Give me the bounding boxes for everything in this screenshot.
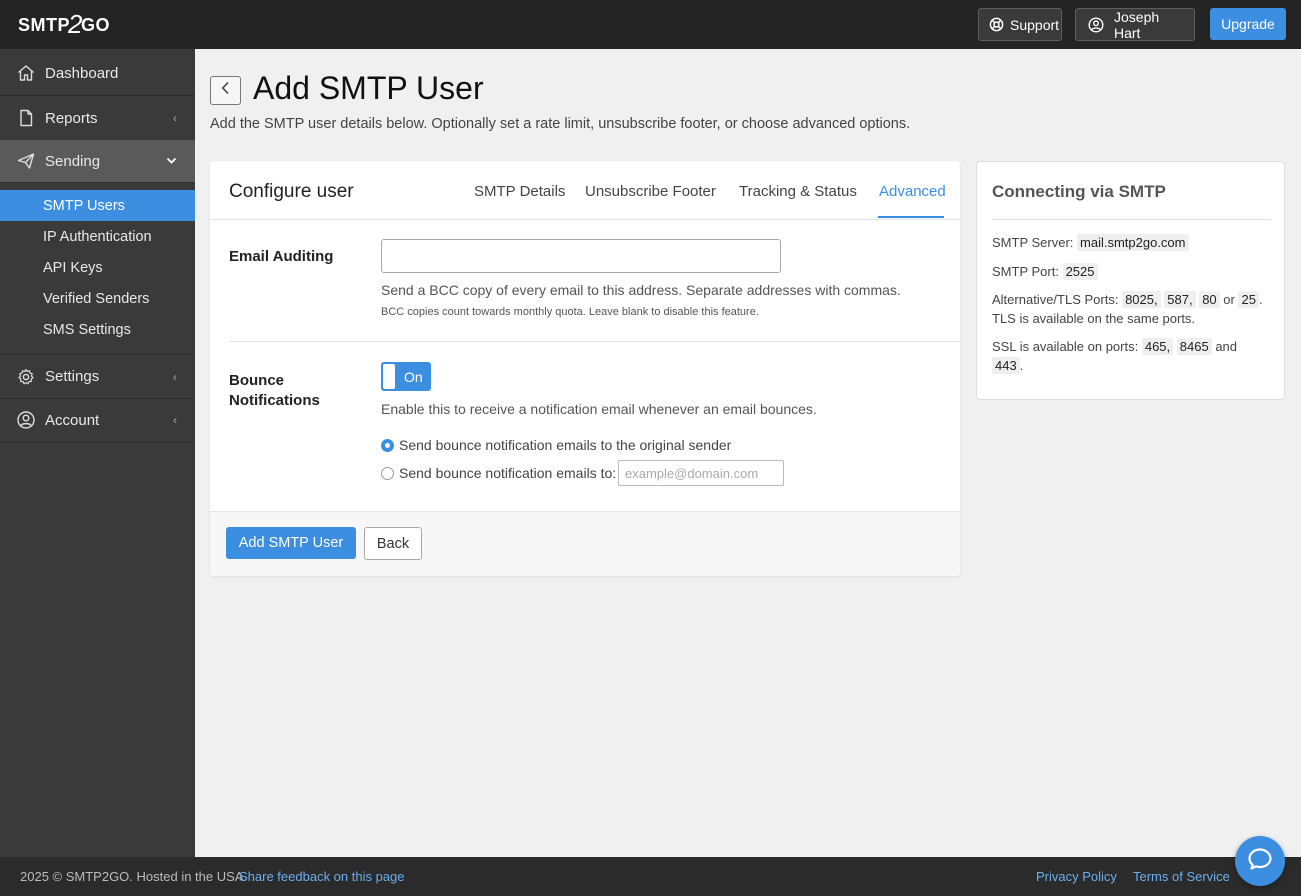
page-footer: 2025 © SMTP2GO. Hosted in the USA Share … <box>0 857 1301 896</box>
user-menu-button[interactable]: Joseph Hart <box>1075 8 1195 41</box>
radio-unselected[interactable] <box>381 466 394 480</box>
user-circle-icon <box>16 410 36 430</box>
divider <box>229 341 960 342</box>
user-circle-icon <box>1088 16 1104 33</box>
bounce-notifications-label: Bounce Notifications <box>229 372 320 409</box>
terms-of-service-link[interactable]: Terms of Service <box>1133 869 1230 884</box>
support-button[interactable]: Support <box>978 8 1062 41</box>
bounce-option-original-sender[interactable]: Send bounce notification emails to the o… <box>381 437 731 453</box>
upgrade-button[interactable]: Upgrade <box>1210 8 1286 40</box>
gear-icon <box>16 367 36 387</box>
back-arrow-button[interactable] <box>210 76 241 105</box>
sidebar-item-smtp-users[interactable]: SMTP Users <box>0 190 195 221</box>
tab-smtp-details[interactable]: SMTP Details <box>474 183 565 200</box>
active-tab-indicator <box>878 216 944 218</box>
email-auditing-note: BCC copies count towards monthly quota. … <box>381 306 759 318</box>
sidebar-item-sending[interactable]: Sending <box>0 140 195 183</box>
chevron-left-icon <box>221 81 230 100</box>
ssl-ports-info: SSL is available on ports: 465, 8465 and… <box>992 338 1238 374</box>
bounce-notifications-toggle[interactable]: On <box>381 362 431 391</box>
bounce-help: Enable this to receive a notification em… <box>381 401 817 417</box>
sidebar-item-verified-senders[interactable]: Verified Senders <box>0 283 195 314</box>
sidebar: Dashboard Reports ‹ Sending SMTP Users I… <box>0 49 195 857</box>
back-button[interactable]: Back <box>364 527 422 560</box>
sidebar-item-account[interactable]: Account ‹ <box>0 398 195 443</box>
side-card-title: Connecting via SMTP <box>992 182 1166 201</box>
paper-plane-icon <box>16 151 36 171</box>
sidebar-item-sms-settings[interactable]: SMS Settings <box>0 314 195 345</box>
email-auditing-input[interactable] <box>381 239 781 273</box>
copyright-text: 2025 © SMTP2GO. Hosted in the USA <box>20 869 244 884</box>
configure-user-card: Configure user SMTP Details Unsubscribe … <box>210 161 960 576</box>
smtp-server-value: mail.smtp2go.com <box>1077 234 1189 251</box>
bounce-email-input[interactable]: example@domain.com <box>618 460 784 486</box>
connecting-via-smtp-card: Connecting via SMTP SMTP Server: mail.sm… <box>976 161 1285 400</box>
top-bar: SMTP 2 GO Support Joseph Hart Upgrade <box>0 0 1301 49</box>
chat-bubble-icon <box>1247 847 1273 876</box>
smtp2go-logo[interactable]: SMTP 2 GO <box>18 9 110 40</box>
radio-selected[interactable] <box>381 438 394 452</box>
sidebar-item-ip-authentication[interactable]: IP Authentication <box>0 221 195 252</box>
chevron-left-icon: ‹ <box>173 369 177 384</box>
card-footer: Add SMTP User Back <box>210 511 960 576</box>
tab-tracking-status[interactable]: Tracking & Status <box>739 183 857 200</box>
privacy-policy-link[interactable]: Privacy Policy <box>1036 869 1117 884</box>
toggle-knob <box>383 364 395 389</box>
lifebuoy-icon <box>989 17 1004 32</box>
sidebar-item-api-keys[interactable]: API Keys <box>0 252 195 283</box>
divider <box>210 219 960 220</box>
document-icon <box>16 108 36 128</box>
chevron-left-icon: ‹ <box>173 413 177 427</box>
card-title: Configure user <box>229 181 354 202</box>
home-icon <box>16 63 36 83</box>
sidebar-item-reports[interactable]: Reports ‹ <box>0 96 195 141</box>
smtp-port-value: 2525 <box>1062 263 1098 280</box>
bounce-option-custom-address[interactable]: Send bounce notification emails to: <box>381 465 616 481</box>
chat-button[interactable] <box>1235 836 1285 886</box>
tab-unsubscribe-footer[interactable]: Unsubscribe Footer <box>585 183 716 200</box>
page-title: Add SMTP User <box>253 70 484 106</box>
sidebar-item-settings[interactable]: Settings ‹ <box>0 354 195 399</box>
email-auditing-label: Email Auditing <box>229 248 334 265</box>
smtp-port-info: SMTP Port: 2525 <box>992 262 1277 281</box>
sidebar-item-dashboard[interactable]: Dashboard <box>0 51 195 96</box>
chevron-left-icon: ‹ <box>173 111 177 125</box>
divider <box>992 219 1271 220</box>
alt-ports-info: Alternative/TLS Ports: 8025, 587, 80 or … <box>992 291 1263 326</box>
add-smtp-user-button[interactable]: Add SMTP User <box>226 527 356 559</box>
page-subtitle: Add the SMTP user details below. Optiona… <box>210 116 911 132</box>
feedback-link[interactable]: Share feedback on this page <box>239 869 405 884</box>
smtp-server-info: SMTP Server: mail.smtp2go.com <box>992 233 1277 252</box>
email-auditing-help: Send a BCC copy of every email to this a… <box>381 282 901 298</box>
tab-advanced[interactable]: Advanced <box>879 183 946 200</box>
chevron-down-icon <box>166 154 177 168</box>
